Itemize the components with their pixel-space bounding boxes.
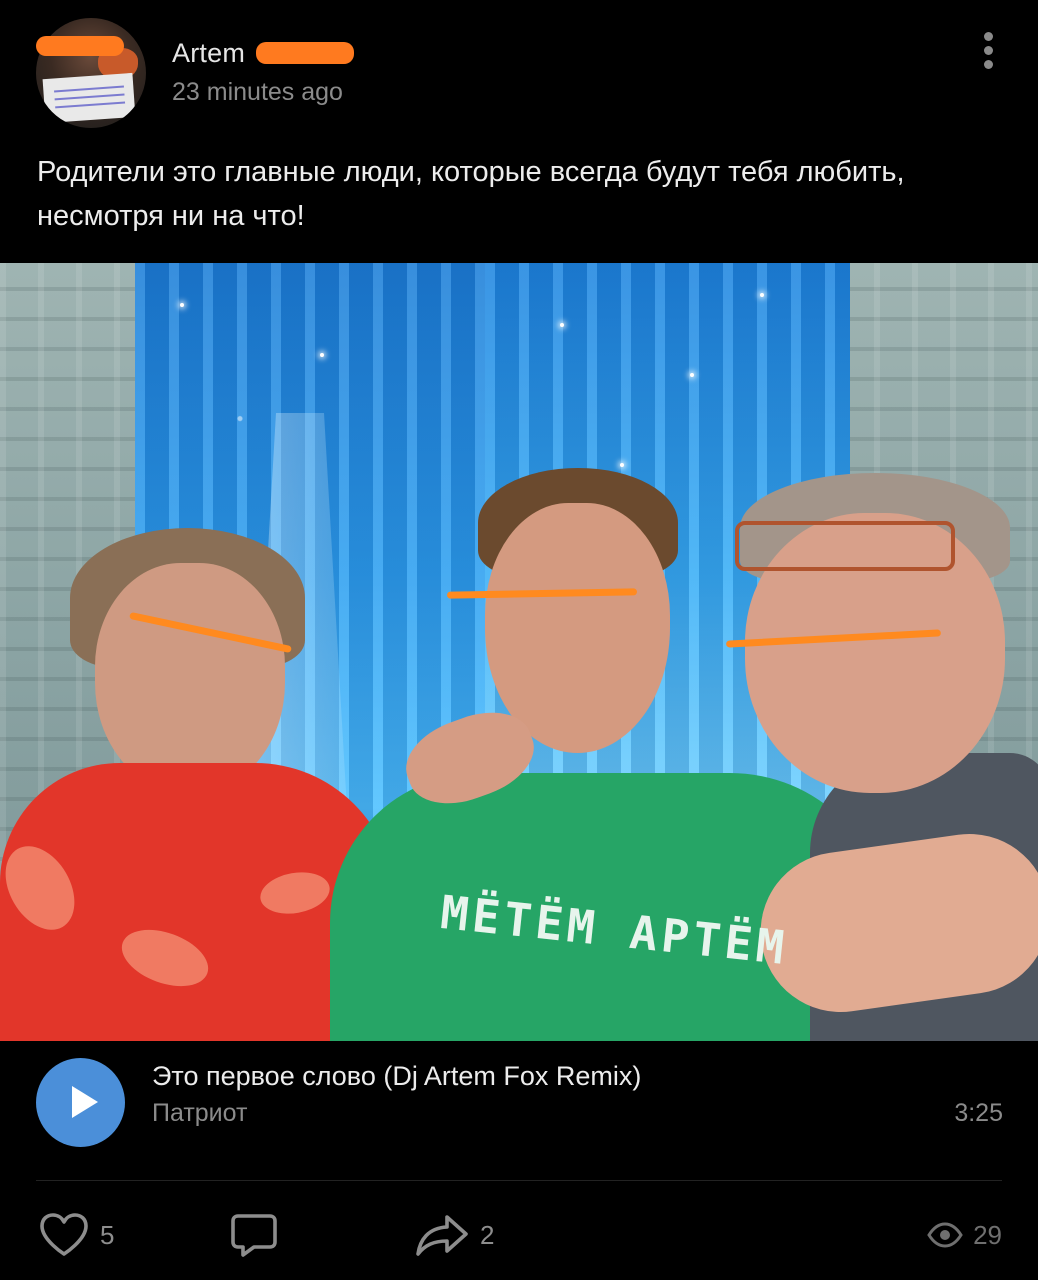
avatar[interactable] [36,18,146,128]
share-count: 2 [480,1219,495,1250]
more-options-button[interactable] [970,28,1008,72]
heart-icon [40,1213,88,1256]
view-counter: 29 [927,1195,1002,1275]
track-duration: 3:25 [954,1099,1003,1127]
curtain-star [180,303,184,307]
play-icon [72,1086,98,1118]
audio-attachment[interactable]: Это первое слово (Dj Artem Fox Remix) Па… [0,1041,1038,1181]
view-count: 29 [973,1219,1002,1250]
eye-icon [927,1222,963,1248]
glasses [735,521,955,571]
woman-face [95,563,285,793]
redaction-mark [36,36,124,56]
curtain-star [320,353,324,357]
track-title[interactable]: Это первое слово (Dj Artem Fox Remix) [152,1061,641,1092]
comment-button[interactable] [230,1195,288,1275]
curtain-star [560,323,564,327]
post-photo[interactable]: МЁТЁМ АРТЁМ [0,263,1038,1041]
avatar-paper [42,72,136,124]
play-button[interactable] [36,1058,125,1147]
track-artist[interactable]: Патриот [152,1099,247,1128]
curtain-star [760,293,764,297]
share-icon [416,1215,468,1256]
post-timestamp: 23 minutes ago [172,78,343,106]
divider [36,1180,1002,1181]
like-button[interactable]: 5 [38,1195,114,1275]
post-text: Родители это главные люди, которые всегд… [37,156,905,232]
like-count: 5 [100,1219,115,1250]
more-vertical-icon [984,32,993,41]
post-header: Artem 23 minutes ago [0,0,1038,135]
curtain-star [620,463,624,467]
more-vertical-icon-dot [984,46,993,55]
author-name[interactable]: Artem [172,38,245,69]
post-actions: 5 2 29 [0,1195,1038,1275]
share-button[interactable]: 2 [414,1195,494,1275]
comment-icon [231,1214,277,1257]
more-vertical-icon-dot [984,60,993,69]
curtain-star [690,373,694,377]
name-redaction-mark [256,42,354,64]
